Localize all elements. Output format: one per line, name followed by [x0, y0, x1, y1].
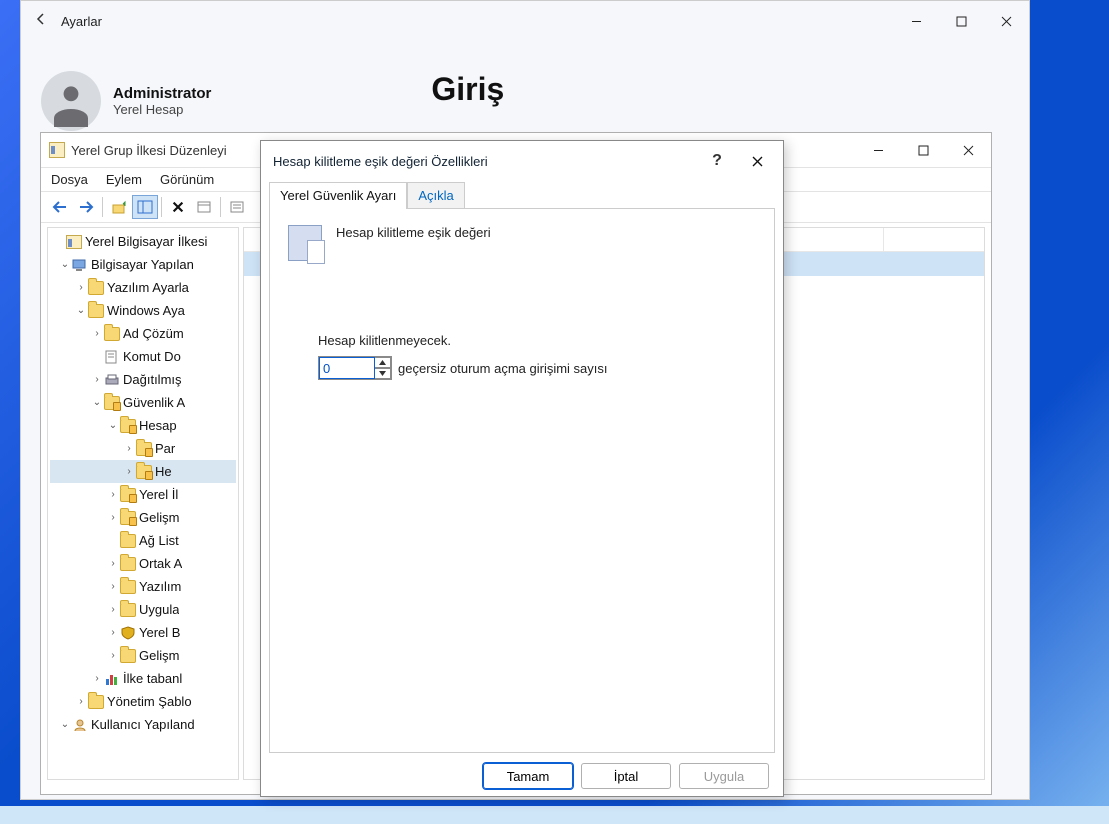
tree-local-policies[interactable]: ›Yerel İl [50, 483, 236, 506]
shield-icon [120, 626, 136, 640]
policy-note: Hesap kilitlenmeyecek. [318, 333, 756, 348]
chart-icon [104, 672, 120, 686]
help-button[interactable]: ? [697, 146, 737, 176]
tree-windows-settings[interactable]: ⌄Windows Aya [50, 299, 236, 322]
profile-block: Administrator Yerel Hesap [41, 71, 211, 131]
tree-account-lockout[interactable]: ›He [50, 460, 236, 483]
menu-view[interactable]: Görünüm [160, 172, 214, 187]
show-hide-tree-button[interactable] [132, 195, 158, 219]
dialog-title: Hesap kilitleme eşik değeri Özellikleri [273, 154, 697, 169]
gpedit-app-icon [49, 142, 65, 158]
script-icon [104, 350, 120, 364]
tree-account-policies[interactable]: ⌄Hesap [50, 414, 236, 437]
tree-advanced[interactable]: ›Gelişm [50, 644, 236, 667]
menu-action[interactable]: Eylem [106, 172, 142, 187]
tab-strip: Yerel Güvenlik Ayarı Açıkla [261, 181, 783, 208]
tree-scripts[interactable]: Komut Do [50, 345, 236, 368]
tree-admin-templates[interactable]: ›Yönetim Şablo [50, 690, 236, 713]
back-button[interactable] [21, 11, 61, 32]
threshold-input[interactable] [319, 357, 375, 379]
tree-software-settings[interactable]: ›Yazılım Ayarla [50, 276, 236, 299]
tab-local-security[interactable]: Yerel Güvenlik Ayarı [269, 182, 407, 209]
refresh-button[interactable] [224, 195, 250, 219]
close-button[interactable] [946, 135, 991, 165]
tree-password-policy[interactable]: ›Par [50, 437, 236, 460]
menu-file[interactable]: Dosya [51, 172, 88, 187]
tab-explain[interactable]: Açıkla [407, 182, 464, 209]
page-title: Giriş [431, 71, 504, 131]
cancel-button[interactable]: İptal [581, 763, 671, 789]
dialog-titlebar: Hesap kilitleme eşik değeri Özellikleri … [261, 141, 783, 181]
minimize-button[interactable] [856, 135, 901, 165]
apply-button[interactable]: Uygula [679, 763, 769, 789]
spin-down-button[interactable] [375, 368, 391, 379]
properties-button[interactable] [191, 195, 217, 219]
up-level-button[interactable] [106, 195, 132, 219]
tree-user-config[interactable]: ⌄Kullanıcı Yapıland [50, 713, 236, 736]
spin-up-button[interactable] [375, 357, 391, 368]
avatar [41, 71, 101, 131]
maximize-button[interactable] [901, 135, 946, 165]
dialog-buttons: Tamam İptal Uygula [261, 753, 783, 799]
close-button[interactable] [984, 6, 1029, 36]
tree-advanced-audit[interactable]: ›Gelişm [50, 506, 236, 529]
column-setting[interactable] [784, 228, 884, 251]
policy-icon [288, 225, 322, 261]
threshold-spinner[interactable] [318, 356, 392, 380]
settings-title: Ayarlar [61, 14, 894, 29]
printer-icon [104, 373, 120, 387]
tree-pane[interactable]: Yerel Bilgisayar İlkesi ⌄Bilgisayar Yapı… [47, 227, 239, 780]
tree-deployed-printers[interactable]: ›Dağıtılmış [50, 368, 236, 391]
ok-button[interactable]: Tamam [483, 763, 573, 789]
tree-app-control[interactable]: ›Uygula [50, 598, 236, 621]
tree-software-restriction[interactable]: ›Yazılım [50, 575, 236, 598]
tree-computer-config[interactable]: ⌄Bilgisayar Yapılan [50, 253, 236, 276]
close-button[interactable] [737, 146, 777, 176]
tree-public-key[interactable]: ›Ortak A [50, 552, 236, 575]
computer-icon [72, 258, 88, 272]
tree-policy-based[interactable]: ›İlke tabanl [50, 667, 236, 690]
profile-subtitle: Yerel Hesap [113, 102, 211, 117]
threshold-unit: geçersiz oturum açma girişimi sayısı [398, 361, 608, 376]
delete-button[interactable] [165, 195, 191, 219]
tree-ipsec[interactable]: ›Yerel B [50, 621, 236, 644]
tree-root[interactable]: Yerel Bilgisayar İlkesi [50, 230, 236, 253]
tab-body: Hesap kilitleme eşik değeri Hesap kilitl… [269, 208, 775, 753]
profile-name: Administrator [113, 85, 211, 102]
minimize-button[interactable] [894, 6, 939, 36]
nav-forward-button[interactable] [73, 195, 99, 219]
properties-dialog: Hesap kilitleme eşik değeri Özellikleri … [260, 140, 784, 797]
nav-back-button[interactable] [47, 195, 73, 219]
settings-titlebar: Ayarlar [21, 1, 1029, 41]
maximize-button[interactable] [939, 6, 984, 36]
user-icon [72, 718, 88, 732]
tree-name-resolution[interactable]: ›Ad Çözüm [50, 322, 236, 345]
policy-name: Hesap kilitleme eşik değeri [336, 225, 491, 240]
tree-network-list[interactable]: Ağ List [50, 529, 236, 552]
tree-security-settings[interactable]: ⌄Güvenlik A [50, 391, 236, 414]
